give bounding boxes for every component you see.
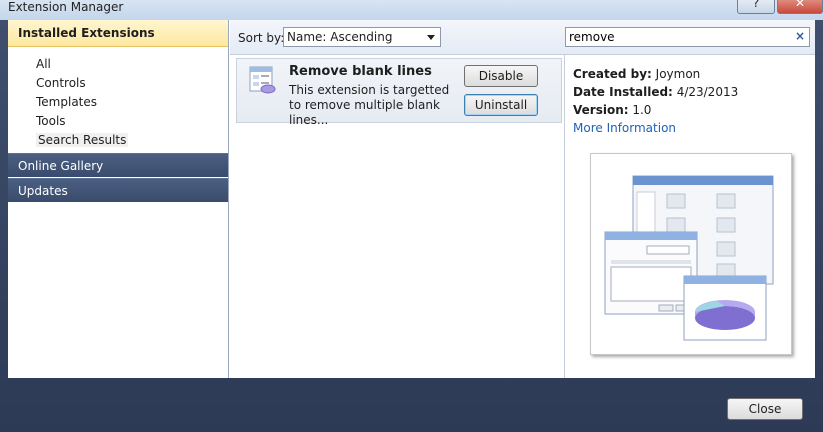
date-installed-label: Date Installed: <box>573 85 673 99</box>
sidebar: Installed Extensions All Controls Templa… <box>8 20 229 378</box>
sort-value: Name: Ascending <box>287 30 393 44</box>
installed-category-list: All Controls Templates Tools Search Resu… <box>8 47 228 150</box>
nav-updates[interactable]: Updates <box>8 178 228 202</box>
title-bar: Extension Manager ? ✕ <box>0 0 823 20</box>
chevron-down-icon <box>427 35 435 40</box>
sort-label: Sort by: <box>238 31 285 45</box>
nav-item-label: Search Results <box>36 133 129 147</box>
uninstall-button[interactable]: Uninstall <box>464 94 538 116</box>
client-area: Installed Extensions All Controls Templa… <box>8 20 815 378</box>
window-close-button[interactable]: ✕ <box>777 0 823 14</box>
window-frame: Installed Extensions All Controls Templa… <box>0 20 823 432</box>
more-information-link[interactable]: More Information <box>573 121 676 135</box>
nav-item-tools[interactable]: Tools <box>36 112 228 131</box>
clear-search-icon[interactable]: × <box>795 29 805 43</box>
list-item[interactable]: Remove blank lines This extension is tar… <box>236 58 562 127</box>
version-label: Version: <box>573 103 629 117</box>
version-value: 1.0 <box>632 103 652 117</box>
date-installed-value: 4/23/2013 <box>676 85 739 99</box>
created-by-value: Joymon <box>655 67 701 81</box>
nav-item-all[interactable]: All <box>36 55 228 74</box>
disable-button[interactable]: Disable <box>464 65 538 87</box>
extension-icon <box>249 66 276 94</box>
window-title: Extension Manager <box>8 0 124 14</box>
nav-online-gallery[interactable]: Online Gallery <box>8 153 228 177</box>
preview-image <box>590 153 792 355</box>
created-by-label: Created by: <box>573 67 652 81</box>
created-by-row: Created by: Joymon <box>573 67 700 81</box>
version-row: Version: 1.0 <box>573 103 651 117</box>
details-pane: Created by: Joymon Date Installed: 4/23/… <box>565 55 815 378</box>
installed-extensions-header[interactable]: Installed Extensions <box>8 20 228 47</box>
nav-item-templates[interactable]: Templates <box>36 93 228 112</box>
toolbar: Sort by: Name: Ascending × <box>230 20 815 55</box>
nav-item-controls[interactable]: Controls <box>36 74 228 93</box>
close-button[interactable]: Close <box>727 398 803 420</box>
search-box[interactable]: × <box>565 27 810 47</box>
search-input[interactable] <box>569 30 784 44</box>
extension-name: Remove blank lines <box>289 64 432 79</box>
sort-dropdown[interactable]: Name: Ascending <box>283 27 441 47</box>
nav-item-label: Tools <box>36 114 66 128</box>
nav-item-search-results[interactable]: Search Results <box>36 131 228 150</box>
date-installed-row: Date Installed: 4/23/2013 <box>573 85 738 99</box>
nav-item-label: All <box>36 57 51 71</box>
nav-item-label: Templates <box>36 95 98 109</box>
extension-description: This extension is targetted to remove mu… <box>289 83 450 127</box>
nav-item-label: Controls <box>36 76 86 90</box>
preview-illustration <box>604 175 774 341</box>
help-button[interactable]: ? <box>737 0 775 14</box>
results-list: Remove blank lines This extension is tar… <box>230 55 565 378</box>
window-buttons: ? ✕ <box>735 0 823 14</box>
